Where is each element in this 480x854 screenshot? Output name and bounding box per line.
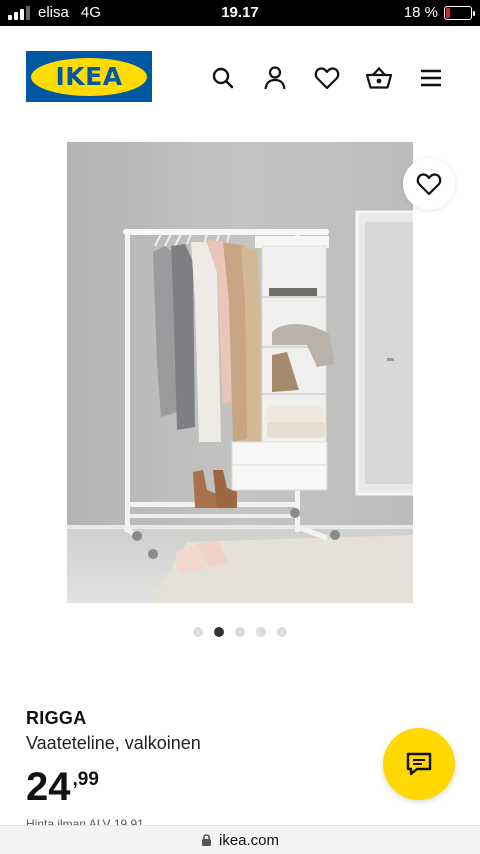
chat-bubble-icon	[406, 752, 432, 776]
status-bar: elisa 4G 19.17 18 %	[0, 0, 480, 26]
save-to-favorites-button[interactable]	[403, 158, 455, 210]
carousel-dot[interactable]	[214, 627, 224, 637]
price-integer: 24	[26, 765, 71, 809]
carousel-dot[interactable]	[235, 627, 245, 637]
url-text: ikea.com	[218, 831, 280, 849]
carousel-dot[interactable]	[193, 627, 203, 637]
logo-ellipse: IKEA	[31, 57, 147, 96]
header-actions	[208, 64, 446, 92]
battery-fill	[446, 7, 450, 18]
image-carousel-dots	[0, 627, 480, 637]
ikea-logo[interactable]: IKEA	[26, 51, 152, 102]
logo-text: IKEA	[55, 62, 123, 91]
product-image[interactable]	[67, 142, 413, 603]
chat-button[interactable]	[383, 728, 455, 800]
lock-icon	[201, 834, 211, 846]
site-header: IKEA	[0, 26, 480, 130]
status-right: 18 %	[403, 4, 475, 21]
menu-icon[interactable]	[416, 64, 446, 92]
heart-icon[interactable]	[312, 64, 342, 92]
battery-percentage: 18 %	[403, 4, 438, 21]
browser-address-bar[interactable]: ikea.com	[0, 825, 480, 854]
screen: elisa 4G 19.17 18 % IKEA RIGGA Vaateteli…	[0, 0, 480, 854]
user-icon[interactable]	[260, 64, 290, 92]
product-name: RIGGA	[26, 708, 87, 728]
product-description: Vaateteline, valkoinen	[26, 733, 201, 753]
basket-icon[interactable]	[364, 64, 394, 92]
battery-icon	[444, 5, 475, 20]
carousel-dot[interactable]	[277, 627, 287, 637]
price-decimal: ,99	[72, 769, 99, 790]
product-photo-illustration	[67, 142, 413, 603]
product-price: 24 ,99	[26, 766, 99, 808]
heart-outline-icon	[416, 173, 442, 196]
carousel-dot[interactable]	[256, 627, 266, 637]
search-icon[interactable]	[208, 64, 238, 92]
